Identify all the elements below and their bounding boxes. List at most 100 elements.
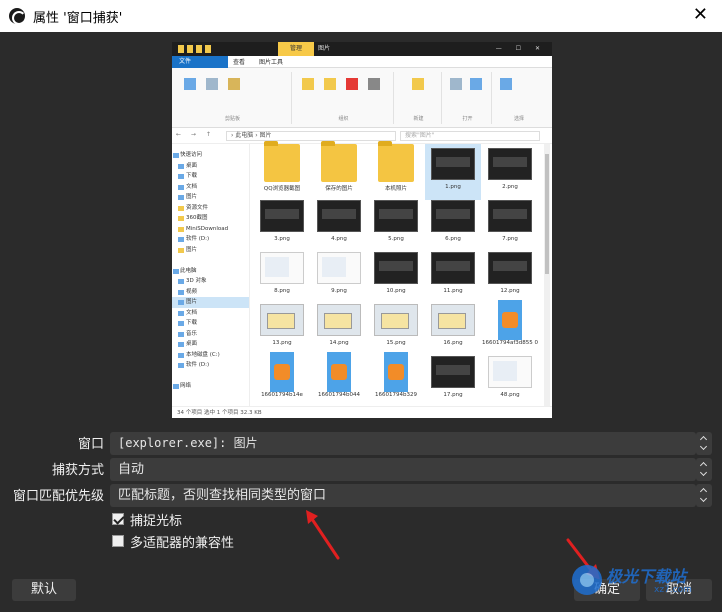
explorer-nav-item: MiniSDownload xyxy=(172,224,249,235)
image-thumbnail xyxy=(488,356,532,388)
priority-chevron-icon[interactable] xyxy=(696,484,712,507)
explorer-file-item: 13.png xyxy=(254,300,310,356)
window-label: 窗口 xyxy=(77,437,104,452)
explorer-file-item: 本机照片 xyxy=(368,141,424,200)
explorer-file-name: 12.png xyxy=(500,288,520,294)
quick-access-toolbar xyxy=(178,45,218,53)
explorer-file-name: 9.png xyxy=(331,288,347,294)
pin-icon xyxy=(184,78,196,90)
copy-icon xyxy=(206,78,218,90)
explorer-file-item: 16601794b14e xyxy=(254,352,310,408)
explorer-file-name: 17.png xyxy=(443,392,463,398)
capture-method-select[interactable]: 自动 xyxy=(110,458,696,481)
explorer-file-item: 16.png xyxy=(425,300,481,356)
window-select[interactable]: [explorer.exe]: 图片 xyxy=(110,432,696,455)
explorer-nav-item: 图片 xyxy=(172,245,249,256)
explorer-file-name: 5.png xyxy=(388,236,404,242)
explorer-file-item: 48.png xyxy=(482,352,538,408)
explorer-nav-item: 软件 (D:) xyxy=(172,234,249,245)
image-thumbnail xyxy=(488,200,532,232)
ribbon-group-clipboard: 剪贴板 xyxy=(174,72,292,124)
explorer-ribbon-tabs: 文件 主页 共享 查看 图片工具 xyxy=(172,55,552,68)
move-to-icon xyxy=(302,78,314,90)
explorer-file-item: 15.png xyxy=(368,300,424,356)
defaults-button[interactable]: 默认 xyxy=(12,579,76,601)
select-all-icon xyxy=(500,78,512,90)
explorer-nav-item: 3D 对象 xyxy=(172,276,249,287)
explorer-file-item: QQ浏览器截图 xyxy=(254,141,310,200)
explorer-file-item: 3.png xyxy=(254,196,310,252)
explorer-file-name: 16601794b044 xyxy=(318,392,360,398)
annotation-arrow-1 xyxy=(306,510,340,560)
capture-method-chevron-icon[interactable] xyxy=(696,458,712,481)
rename-icon xyxy=(368,78,380,90)
explorer-nav-item: 桌面 xyxy=(172,339,249,350)
priority-row: 窗口匹配优先级 匹配标题，否则查找相同类型的窗口 xyxy=(0,484,722,510)
explorer-file-item: 14.png xyxy=(311,300,367,356)
image-thumbnail xyxy=(431,304,475,336)
ribbon-group-label: 剪贴板 xyxy=(224,116,240,122)
folder-icon xyxy=(378,141,414,182)
explorer-file-name: 11.png xyxy=(443,288,463,294)
explorer-file-name: 10.png xyxy=(386,288,406,294)
multi-adapter-checkbox[interactable]: 多适配器的兼容性 xyxy=(112,532,234,551)
explorer-file-name: 保存的图片 xyxy=(325,186,353,192)
image-thumbnail xyxy=(260,252,304,284)
explorer-file-name: 7.png xyxy=(502,236,518,242)
image-thumbnail xyxy=(374,200,418,232)
ribbon-group-select: 选择 xyxy=(494,72,544,124)
explorer-nav-item: 文档 xyxy=(172,182,249,193)
properties-icon xyxy=(450,78,462,90)
explorer-file-item: 8.png xyxy=(254,248,310,304)
watermark: 极光下载站 xz7.com xyxy=(566,561,722,599)
close-icon[interactable]: ✕ xyxy=(693,6,708,24)
explorer-file-name: 16601794af3d855 000 0.jpeg xyxy=(482,340,538,346)
window-select-chevron-icon[interactable] xyxy=(696,432,712,455)
explorer-nav-item: 本地磁盘 (C:) xyxy=(172,350,249,361)
capture-cursor-checkbox[interactable]: 捕捉光标 xyxy=(112,510,183,529)
explorer-file-item: 10.png xyxy=(368,248,424,304)
image-thumbnail xyxy=(488,148,532,180)
explorer-nav-item: 图片 xyxy=(172,297,249,308)
explorer-nav-item: 图片 xyxy=(172,192,249,203)
window-row: 窗口 [explorer.exe]: 图片 xyxy=(0,432,722,458)
explorer-nav-item: 桌面 xyxy=(172,161,249,172)
explorer-scrollbar xyxy=(544,144,550,406)
multi-adapter-check-icon[interactable] xyxy=(112,535,124,547)
explorer-nav-item: 360截图 xyxy=(172,213,249,224)
explorer-nav-item: 下载 xyxy=(172,318,249,329)
explorer-file-item: 保存的图片 xyxy=(311,141,367,200)
image-thumbnail xyxy=(431,200,475,232)
obs-icon xyxy=(9,8,26,25)
explorer-file-name: 48.png xyxy=(500,392,520,398)
image-thumbnail xyxy=(431,356,475,388)
ribbon-group-new: 新建 xyxy=(396,72,442,124)
watermark-text: 极光下载站 xyxy=(606,567,687,586)
image-thumbnail xyxy=(260,304,304,336)
image-thumbnail xyxy=(431,148,475,180)
watermark-url: xz7.com xyxy=(654,585,692,595)
image-thumbnail xyxy=(317,252,361,284)
watermark-logo-icon xyxy=(572,565,602,595)
ribbon-group-organize: 组织 xyxy=(294,72,394,124)
explorer-file-name: 8.png xyxy=(274,288,290,294)
explorer-nav-item: 此电脑 xyxy=(172,266,249,277)
explorer-status-bar: 34 个项目 选中 1 个项目 32.3 KB xyxy=(172,406,552,418)
capture-cursor-label: 捕捉光标 xyxy=(130,513,183,529)
explorer-file-name: 16.png xyxy=(443,340,463,346)
title-bar: 属性 '窗口捕获' ✕ xyxy=(0,0,722,32)
new-folder-icon xyxy=(412,78,424,90)
explorer-search: 搜索"图片" xyxy=(400,131,540,141)
explorer-body: 快速访问 桌面 下载 文档 图片 资源文件 360截图 MiniSDownload 软件 (D:… xyxy=(172,141,552,408)
explorer-file-item: 2.png xyxy=(482,144,538,200)
explorer-file-name: 1.png xyxy=(445,184,461,190)
capture-method-label: 捕获方式 xyxy=(51,463,104,478)
capture-cursor-check-icon[interactable] xyxy=(112,513,124,525)
ribbon-group-label: 选择 xyxy=(513,116,524,122)
priority-select[interactable]: 匹配标题，否则查找相同类型的窗口 xyxy=(110,484,696,507)
explorer-file-name: 16601794b329 xyxy=(375,392,417,398)
explorer-nav-item: 音乐 xyxy=(172,329,249,340)
explorer-file-name: 2.png xyxy=(502,184,518,190)
explorer-nav-item: 软件 (D:) xyxy=(172,360,249,371)
image-thumbnail xyxy=(317,200,361,232)
